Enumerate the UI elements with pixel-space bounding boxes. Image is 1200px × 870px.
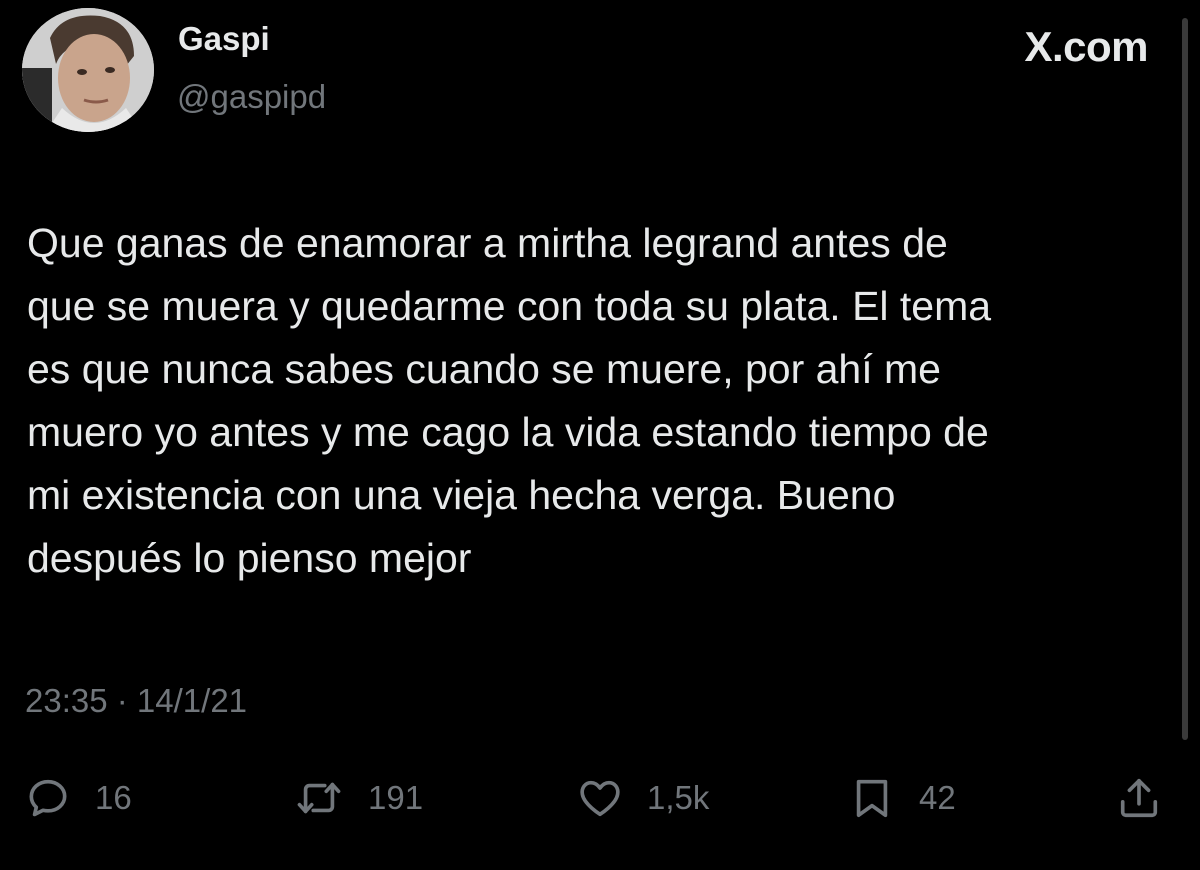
heart-icon bbox=[577, 775, 623, 821]
tweet-timestamp[interactable]: 23:35 · 14/1/21 bbox=[25, 684, 247, 717]
tweet-text-line: mi existencia con una vieja hecha verga.… bbox=[27, 472, 896, 518]
tweet-text-line: es que nunca sabes cuando se muere, por … bbox=[27, 346, 941, 392]
share-upload-icon bbox=[1116, 775, 1162, 821]
repost-arrows-icon bbox=[296, 775, 342, 821]
tweet-date: 14/1/21 bbox=[136, 682, 248, 719]
author-handle[interactable]: @gaspipd bbox=[177, 80, 326, 113]
bookmark-icon bbox=[849, 775, 895, 821]
reply-button[interactable]: 16 bbox=[25, 770, 132, 826]
author-display-name[interactable]: Gaspi bbox=[178, 22, 270, 55]
tweet-text-line: después lo pienso mejor bbox=[27, 535, 472, 581]
tweet-card: Gaspi @gaspipd X.com Que ganas de enamor… bbox=[0, 0, 1200, 870]
reply-count: 16 bbox=[95, 779, 132, 816]
like-count: 1,5k bbox=[647, 779, 710, 816]
tweet-text-line: Que ganas de enamorar a mirtha legrand a… bbox=[27, 220, 948, 266]
tweet-time: 23:35 bbox=[25, 682, 108, 719]
tweet-text-line: que se muera y quedarme con toda su plat… bbox=[27, 283, 992, 329]
x-com-logo: X.com bbox=[1024, 23, 1148, 70]
share-button[interactable] bbox=[1116, 770, 1162, 826]
avatar-photo bbox=[22, 8, 154, 132]
bookmark-count: 42 bbox=[919, 779, 956, 816]
bookmark-button[interactable]: 42 bbox=[849, 770, 956, 826]
avatar[interactable] bbox=[22, 8, 154, 132]
scrollbar[interactable] bbox=[1182, 18, 1188, 740]
timestamp-separator: · bbox=[107, 682, 137, 719]
repost-button[interactable]: 191 bbox=[296, 770, 423, 826]
speech-bubble-icon bbox=[25, 775, 71, 821]
tweet-text: Que ganas de enamorar a mirtha legrand a… bbox=[27, 212, 1177, 590]
action-bar: 16 191 1,5k 42 bbox=[0, 770, 1200, 826]
repost-count: 191 bbox=[368, 779, 424, 816]
tweet-text-line: muero yo antes y me cago la vida estando… bbox=[27, 409, 989, 455]
like-button[interactable]: 1,5k bbox=[577, 770, 709, 826]
